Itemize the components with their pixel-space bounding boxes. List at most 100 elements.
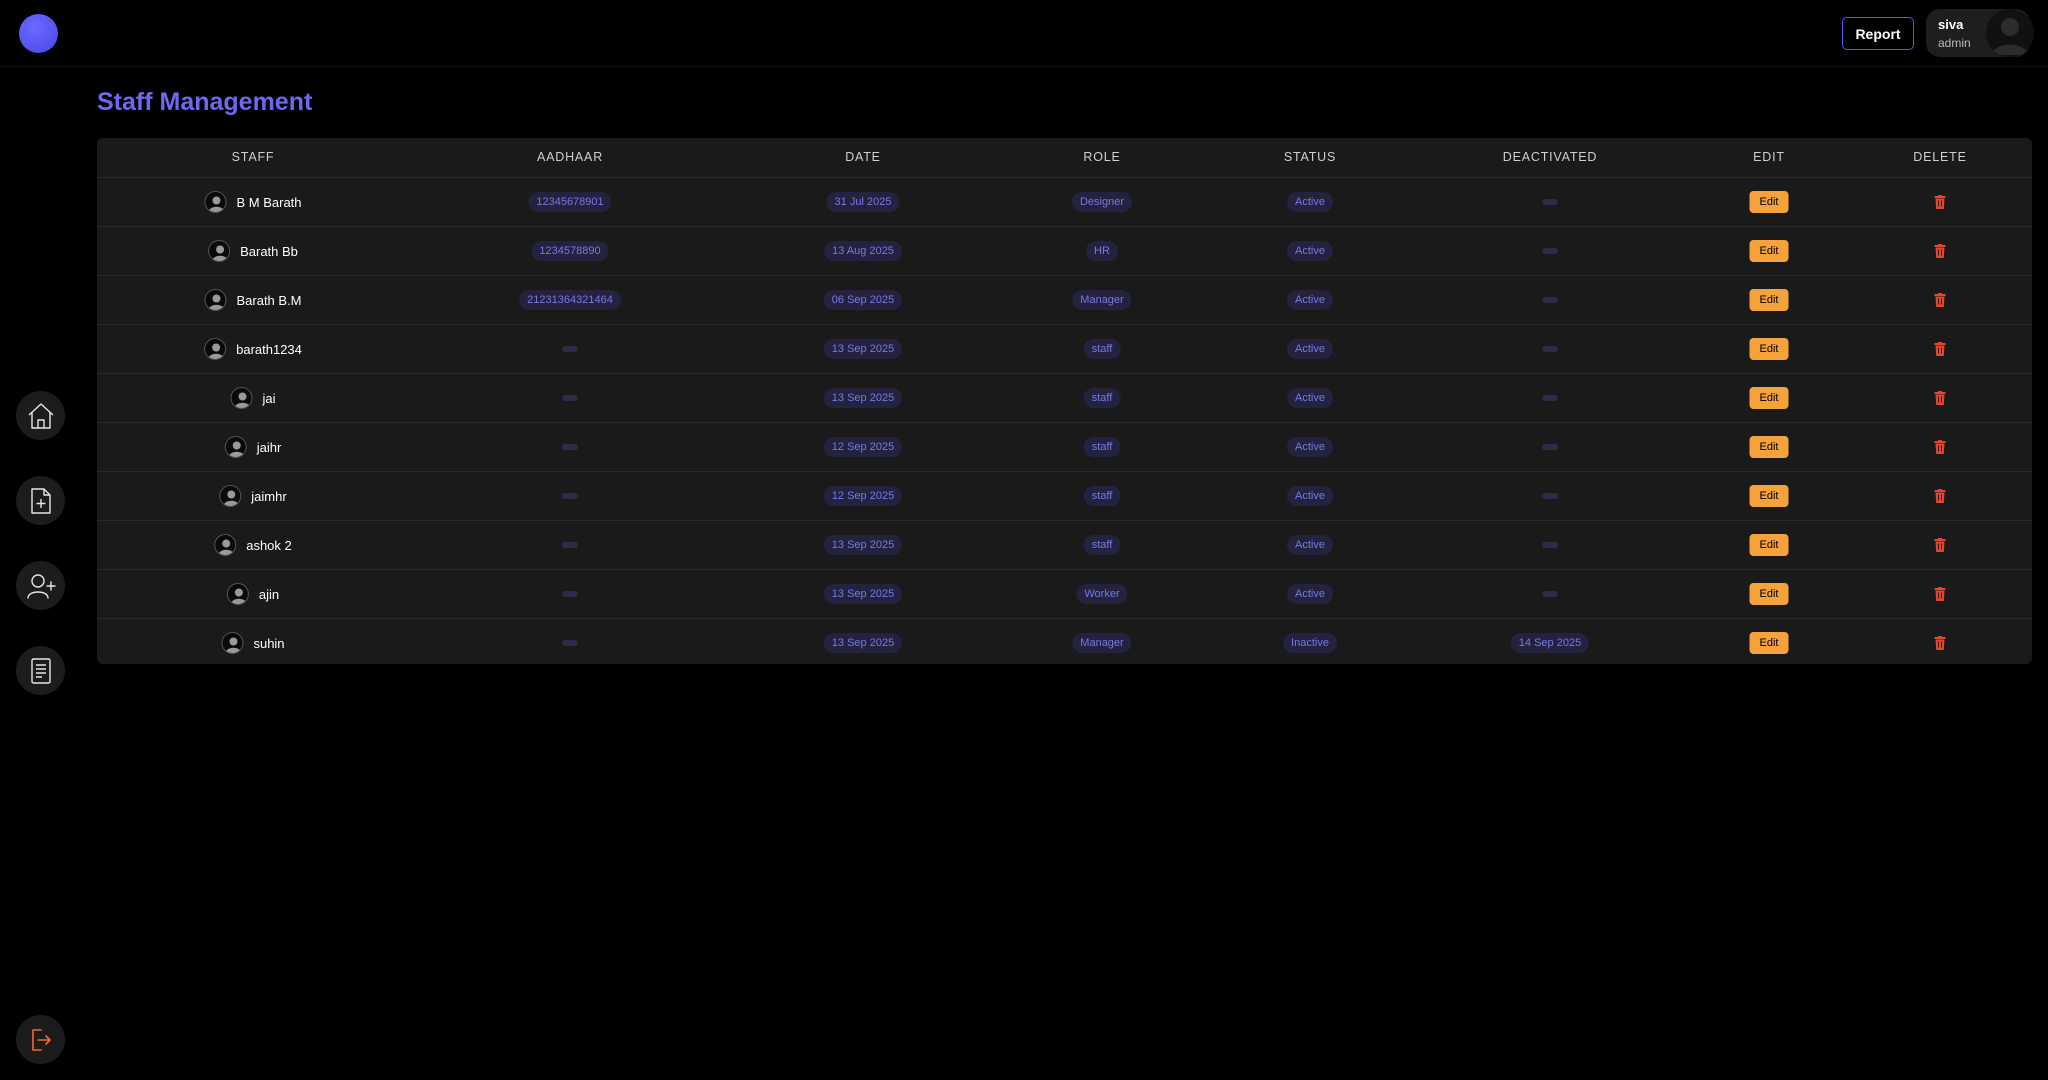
edit-button[interactable]: Edit: [1749, 485, 1789, 507]
cell-aadhaar: [562, 325, 578, 373]
sidebar-item-reports[interactable]: [16, 646, 65, 695]
column-header-staff: STAFF: [231, 150, 275, 164]
edit-button[interactable]: Edit: [1749, 289, 1789, 311]
edit-button[interactable]: Edit: [1749, 191, 1789, 213]
edit-button[interactable]: Edit: [1749, 632, 1789, 654]
cell-role: Worker: [1076, 570, 1128, 618]
cell-staff: ajin: [226, 570, 279, 618]
report-button[interactable]: Report: [1842, 17, 1914, 50]
home-icon: [28, 402, 53, 429]
cell-aadhaar: [562, 521, 578, 569]
avatar: [204, 338, 227, 360]
logout-icon: [31, 1028, 51, 1051]
empty-placeholder: [1542, 297, 1558, 303]
empty-placeholder: [562, 542, 578, 548]
status-badge: Active: [1287, 388, 1333, 408]
cell-date: 13 Sep 2025: [823, 374, 903, 422]
status-badge: Active: [1287, 290, 1333, 310]
edit-button[interactable]: Edit: [1749, 534, 1789, 556]
cell-date: 12 Sep 2025: [823, 472, 903, 520]
delete-button[interactable]: [1932, 340, 1948, 358]
column-header-role: ROLE: [1083, 150, 1121, 164]
cell-role: staff: [1083, 521, 1121, 569]
empty-placeholder: [1542, 395, 1558, 401]
table-row: jai 13 Sep 2025 staff Active Edit: [97, 373, 2032, 422]
table-header: STAFF AADHAAR DATE ROLE STATUS DEACTIVATED EDI…: [97, 138, 2032, 177]
delete-button[interactable]: [1932, 291, 1948, 309]
delete-button[interactable]: [1932, 634, 1948, 652]
delete-button[interactable]: [1932, 536, 1948, 554]
empty-placeholder: [1542, 591, 1558, 597]
table-row: barath1234 13 Sep 2025 staff Active Edit: [97, 324, 2032, 373]
user-profile[interactable]: siva admin: [1926, 9, 2034, 57]
cell-aadhaar: [562, 570, 578, 618]
empty-placeholder: [562, 444, 578, 450]
cell-role: staff: [1083, 374, 1121, 422]
cell-status: Active: [1287, 276, 1333, 324]
empty-placeholder: [1542, 444, 1558, 450]
edit-button[interactable]: Edit: [1749, 240, 1789, 262]
edit-button[interactable]: Edit: [1749, 338, 1789, 360]
delete-button[interactable]: [1932, 585, 1948, 603]
avatar: [204, 191, 227, 213]
status-badge: Active: [1287, 584, 1333, 604]
role-badge: staff: [1083, 486, 1121, 506]
cell-date: 13 Aug 2025: [824, 227, 902, 275]
avatar[interactable]: [1986, 9, 2034, 57]
date-badge: 13 Sep 2025: [823, 633, 903, 653]
cell-staff: jaimhr: [219, 472, 287, 520]
cell-date: 13 Sep 2025: [823, 570, 903, 618]
trash-icon: [1934, 244, 1946, 258]
user-silhouette-icon: [208, 294, 225, 310]
cell-status: Active: [1287, 521, 1333, 569]
cell-aadhaar: [562, 374, 578, 422]
cell-status: Inactive: [1283, 619, 1337, 664]
cell-role: staff: [1083, 423, 1121, 471]
delete-button[interactable]: [1932, 389, 1948, 407]
app-logo[interactable]: [19, 14, 58, 53]
role-badge: Manager: [1072, 290, 1132, 310]
empty-placeholder: [1542, 199, 1558, 205]
status-badge: Active: [1287, 486, 1333, 506]
empty-placeholder: [562, 346, 578, 352]
status-badge: Active: [1287, 192, 1333, 212]
sidebar-item-add-document[interactable]: [16, 476, 65, 525]
top-bar: Report siva admin: [0, 0, 2048, 67]
delete-button[interactable]: [1932, 438, 1948, 456]
user-silhouette-icon: [208, 196, 225, 212]
edit-button[interactable]: Edit: [1749, 387, 1789, 409]
delete-button[interactable]: [1932, 487, 1948, 505]
edit-button[interactable]: Edit: [1749, 583, 1789, 605]
logout-button[interactable]: [16, 1015, 65, 1064]
trash-icon: [1934, 391, 1946, 405]
edit-button[interactable]: Edit: [1749, 436, 1789, 458]
empty-placeholder: [562, 395, 578, 401]
cell-role: HR: [1086, 227, 1118, 275]
cell-deactivated: [1542, 178, 1558, 226]
user-silhouette-icon: [1992, 18, 2028, 55]
cell-staff: ashok 2: [214, 521, 292, 569]
table-row: ajin 13 Sep 2025 Worker Active Edit: [97, 569, 2032, 618]
delete-button[interactable]: [1932, 242, 1948, 260]
user-role: admin: [1938, 36, 1971, 50]
user-name: siva: [1938, 17, 1964, 32]
cell-status: Active: [1287, 374, 1333, 422]
staff-name: Barath Bb: [240, 243, 298, 259]
cell-edit: Edit: [1749, 570, 1789, 618]
sidebar-item-home[interactable]: [16, 391, 65, 440]
sidebar-item-add-user[interactable]: [16, 561, 65, 610]
empty-placeholder: [1542, 542, 1558, 548]
table-row: ashok 2 13 Sep 2025 staff Active Edit: [97, 520, 2032, 569]
delete-button[interactable]: [1932, 193, 1948, 211]
date-badge: 13 Aug 2025: [824, 241, 902, 261]
cell-status: Active: [1287, 178, 1333, 226]
avatar: [221, 632, 244, 654]
cell-status: Active: [1287, 227, 1333, 275]
cell-delete: [1932, 472, 1948, 520]
empty-placeholder: [562, 640, 578, 646]
cell-aadhaar: 12345678901: [528, 178, 612, 226]
cell-deactivated: [1542, 325, 1558, 373]
cell-staff: suhin: [221, 619, 285, 664]
trash-icon: [1934, 293, 1946, 307]
cell-delete: [1932, 325, 1948, 373]
